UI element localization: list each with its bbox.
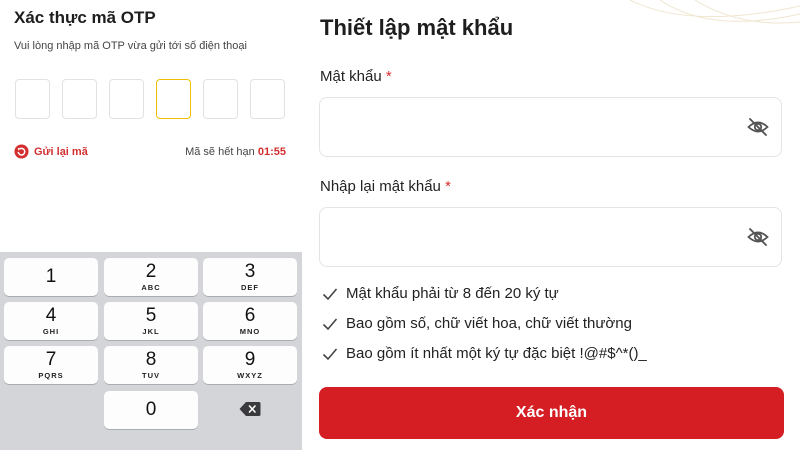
backspace-key[interactable] (203, 391, 297, 429)
key-letters: MNO (239, 327, 261, 336)
confirm-password-label: Nhập lại mật khẩu * (320, 178, 451, 195)
key-7[interactable]: 7 PQRS (4, 346, 98, 384)
otp-subtitle: Vui lòng nhập mã OTP vừa gửi tới số điện… (14, 40, 247, 52)
key-letters: ABC (141, 283, 161, 292)
otp-digit-box-3[interactable] (109, 79, 144, 119)
eye-off-icon[interactable] (747, 227, 769, 247)
otp-digit-box-4[interactable] (156, 79, 191, 119)
rule-text: Bao gồm ít nhất một ký tự đặc biệt !@#$^… (346, 345, 647, 362)
confirm-password-label-text: Nhập lại mật khẩu (320, 178, 441, 195)
key-letters: TUV (142, 371, 160, 380)
otp-digit-box-2[interactable] (62, 79, 97, 119)
password-rule-special: Bao gồm ít nhất một ký tự đặc biệt !@#$^… (322, 345, 647, 362)
key-digit: 2 (145, 261, 157, 282)
key-letters: JKL (142, 327, 160, 336)
key-digit: 3 (244, 261, 256, 282)
check-icon (322, 287, 338, 300)
key-6[interactable]: 6 MNO (203, 302, 297, 340)
password-label-text: Mật khẩu (320, 68, 382, 85)
expire-label: Mã sẽ hết hạn (185, 146, 258, 158)
key-letters: WXYZ (237, 371, 263, 380)
numeric-keypad: 1 2 ABC 3 DEF 4 GHI 5 JKL 6 MNO 7 PQRS 8 TUV 9W… (0, 252, 302, 450)
key-digit: 5 (145, 305, 157, 326)
otp-digit-box-1[interactable] (15, 79, 50, 119)
resend-code-label: Gửi lại mã (34, 145, 88, 158)
resend-code-button[interactable]: Gửi lại mã (14, 144, 88, 159)
key-letters: DEF (241, 283, 259, 292)
key-4[interactable]: 4 GHI (4, 302, 98, 340)
key-0[interactable]: 0 (104, 391, 198, 429)
otp-expire-text: Mã sẽ hết hạn 01:55 (185, 146, 286, 158)
password-rule-case: Bao gồm số, chữ viết hoa, chữ viết thườn… (322, 315, 632, 332)
decorative-pattern (629, 0, 800, 24)
page-title: Thiết lập mật khẩu (320, 15, 514, 40)
key-digit: 4 (45, 305, 57, 326)
key-digit: 7 (45, 349, 57, 370)
otp-digit-box-5[interactable] (203, 79, 238, 119)
confirm-password-input[interactable] (332, 208, 732, 266)
otp-title: Xác thực mã OTP (14, 8, 156, 27)
key-digit: 8 (145, 349, 157, 370)
key-5[interactable]: 5 JKL (104, 302, 198, 340)
key-digit: 9 (244, 349, 256, 370)
required-mark: * (445, 178, 451, 195)
check-icon (322, 317, 338, 330)
otp-digit-box-6[interactable] (250, 79, 285, 119)
key-3[interactable]: 3 DEF (203, 258, 297, 296)
set-password-panel: Thiết lập mật khẩu Mật khẩu * Nhập lại m… (302, 0, 800, 450)
password-input[interactable] (332, 98, 732, 156)
password-field[interactable] (319, 97, 782, 157)
key-letters: PQRS (38, 371, 64, 380)
key-letters: GHI (42, 327, 60, 336)
confirm-button[interactable]: Xác nhận (319, 387, 784, 439)
eye-off-icon[interactable] (747, 117, 769, 137)
expire-countdown: 01:55 (257, 146, 286, 158)
password-label: Mật khẩu * (320, 68, 392, 85)
key-9[interactable]: 9 WXYZ (203, 346, 297, 384)
key-1[interactable]: 1 (4, 258, 98, 296)
rule-text: Mật khẩu phải từ 8 đến 20 ký tự (346, 285, 559, 302)
password-rule-length: Mật khẩu phải từ 8 đến 20 ký tự (322, 285, 559, 302)
rule-text: Bao gồm số, chữ viết hoa, chữ viết thườn… (346, 315, 632, 332)
key-2[interactable]: 2 ABC (104, 258, 198, 296)
backspace-icon (239, 402, 261, 416)
key-digit: 0 (145, 399, 157, 420)
key-8[interactable]: 8 TUV (104, 346, 198, 384)
refresh-icon (14, 144, 29, 159)
key-digit: 6 (244, 305, 256, 326)
key-digit: 1 (45, 266, 57, 287)
required-mark: * (385, 68, 392, 85)
otp-panel: Xác thực mã OTP Vui lòng nhập mã OTP vừa… (0, 0, 302, 450)
confirm-password-field[interactable] (319, 207, 782, 267)
check-icon (322, 347, 338, 360)
